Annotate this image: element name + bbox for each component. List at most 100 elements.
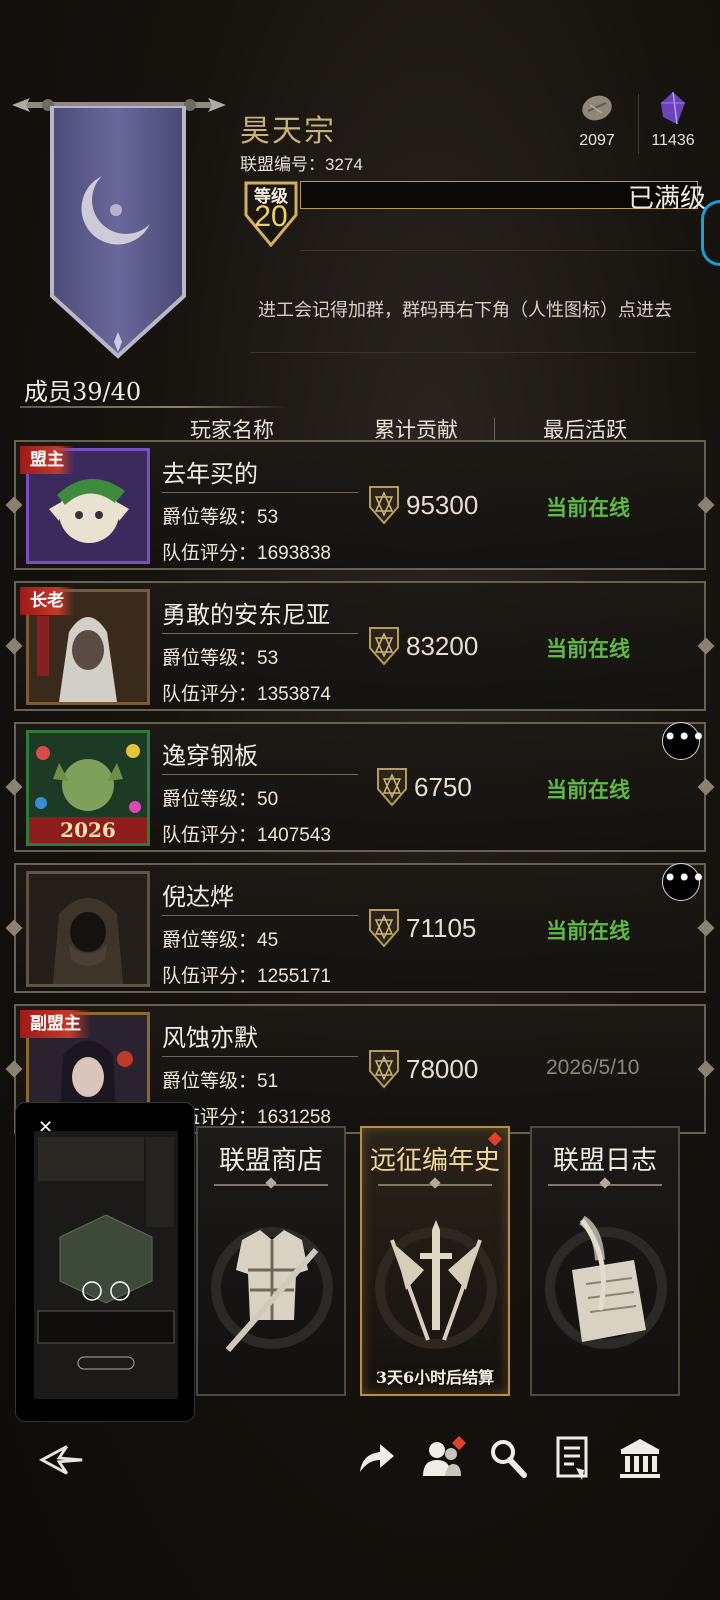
score-value: 1353874	[257, 684, 331, 705]
floating-app-preview[interactable]: ✕	[15, 1102, 195, 1422]
player-rank: 爵位等级：53	[162, 502, 278, 529]
player-rank: 爵位等级：45	[162, 925, 278, 952]
row-ornament	[5, 637, 23, 655]
search-icon	[491, 1440, 527, 1478]
alliance-log-card[interactable]: 联盟日志	[530, 1126, 680, 1396]
side-tab-handle[interactable]	[701, 200, 720, 266]
rank-label: 爵位等级：	[162, 647, 258, 669]
contribution-emblem-icon	[369, 1050, 399, 1089]
contribution-emblem-icon	[369, 909, 399, 948]
contribution-value: 6750	[414, 772, 472, 802]
more-options-button[interactable]: •••	[662, 863, 705, 901]
back-icon	[38, 1445, 83, 1475]
divider	[162, 774, 358, 775]
share-button[interactable]	[352, 1432, 400, 1484]
alliance-shop-card[interactable]: 联盟商店	[196, 1126, 346, 1396]
player-name: 勇敢的安东尼亚	[162, 601, 330, 629]
avatar[interactable]	[26, 871, 150, 987]
last-active-status: 当前在线	[546, 495, 630, 520]
player-rank: 爵位等级：51	[162, 1066, 278, 1093]
contribution-value: 78000	[406, 1054, 479, 1084]
crossed-banners-icon	[375, 1220, 497, 1349]
guild-id-label: 联盟编号：	[240, 155, 325, 174]
card-title: 联盟商店	[218, 1146, 323, 1176]
share-icon	[360, 1444, 394, 1472]
member-row[interactable]: 2026 逸穿钢板 爵位等级：50 队伍评分：1407543 6750 当前在线…	[5, 722, 715, 852]
more-options-button[interactable]: •••	[662, 722, 705, 760]
expedition-chronicle-card[interactable]: 远征编年史 3天6小时后结算	[360, 1126, 510, 1396]
bank-icon	[620, 1439, 660, 1478]
score-value: 1407543	[257, 825, 331, 846]
row-ornament	[5, 496, 23, 514]
currency-ore[interactable]: 2097	[566, 90, 628, 150]
contribution-emblem-icon	[369, 627, 399, 666]
row-ornament	[5, 1060, 23, 1078]
row-ornament	[697, 496, 715, 514]
rank-label: 爵位等级：	[162, 1070, 258, 1092]
divider	[162, 1056, 358, 1057]
score-label: 队伍评分：	[162, 683, 258, 705]
guild-banner[interactable]	[50, 106, 186, 362]
member-row[interactable]: 倪达烨 爵位等级：45 队伍评分：1255171 71105 当前在线 •••	[5, 863, 715, 993]
members-button[interactable]	[418, 1432, 467, 1484]
rank-label: 爵位等级：	[162, 506, 258, 528]
rank-value: 45	[257, 930, 279, 951]
score-label: 队伍评分：	[162, 824, 258, 846]
scroll-quill-icon	[545, 1215, 667, 1349]
members-count: 成员39/40	[24, 378, 142, 406]
rank-value: 53	[257, 507, 279, 528]
member-row[interactable]: 长老 勇敢的安东尼亚 爵位等级：53 队伍评分：1353874 83200 当前…	[5, 581, 715, 711]
score-value: 1693838	[257, 543, 331, 564]
ore-icon	[566, 90, 628, 126]
score-value: 1631258	[257, 1107, 331, 1128]
team-score: 队伍评分：1255171	[162, 961, 331, 988]
contribution-emblem-icon	[369, 486, 399, 525]
card-title: 联盟日志	[552, 1146, 657, 1176]
team-score: 队伍评分：1693838	[162, 538, 331, 565]
documents-button[interactable]	[548, 1432, 596, 1484]
row-ornament	[5, 919, 23, 937]
divider	[20, 406, 290, 408]
card-title: 远征编年史	[369, 1146, 500, 1176]
alliance-bank-button[interactable]	[616, 1432, 664, 1484]
currency-crystal[interactable]: 11436	[642, 90, 704, 150]
back-button[interactable]	[38, 1432, 86, 1484]
score-label: 队伍评分：	[162, 965, 258, 987]
score-label: 队伍评分：	[162, 542, 258, 564]
rank-label: 爵位等级：	[162, 929, 258, 951]
rank-value: 50	[257, 789, 279, 810]
role-badge: 副盟主	[20, 1010, 91, 1038]
player-name: 去年买的	[162, 460, 258, 488]
avatar[interactable]: 2026	[26, 730, 150, 846]
rank-value: 53	[257, 648, 279, 669]
armor-icon	[211, 1227, 333, 1352]
player-name: 逸穿钢板	[162, 742, 258, 770]
last-active-status: 当前在线	[546, 636, 630, 661]
role-badge: 长老	[20, 587, 74, 615]
card-ornament	[548, 1184, 662, 1186]
score-value: 1255171	[257, 966, 331, 987]
team-score: 队伍评分：1353874	[162, 679, 331, 706]
rank-value: 51	[257, 1071, 279, 1092]
contribution-value: 83200	[406, 631, 479, 661]
member-row[interactable]: 盟主 去年买的 爵位等级：53 队伍评分：1693838 95300 当前在线	[5, 440, 715, 570]
divider	[250, 352, 696, 353]
search-button[interactable]	[484, 1432, 532, 1484]
rank-label: 爵位等级：	[162, 788, 258, 810]
avatar-badge-text: 2026	[60, 818, 116, 842]
guild-id-value: 3274	[325, 155, 363, 174]
divider	[162, 633, 358, 634]
contribution-emblem-icon	[377, 768, 407, 807]
preview-thumbnail	[34, 1131, 178, 1399]
divider	[162, 492, 358, 493]
contribution-value: 95300	[406, 490, 479, 520]
row-ornament	[697, 778, 715, 796]
player-name: 风蚀亦默	[162, 1024, 258, 1052]
card-ornament	[378, 1184, 492, 1186]
divider	[162, 915, 358, 916]
guild-id: 联盟编号：3274	[240, 150, 363, 175]
level-value: 20	[254, 200, 288, 233]
divider	[300, 250, 696, 251]
guild-name: 昊天宗	[240, 114, 336, 149]
currency-divider	[638, 94, 639, 154]
